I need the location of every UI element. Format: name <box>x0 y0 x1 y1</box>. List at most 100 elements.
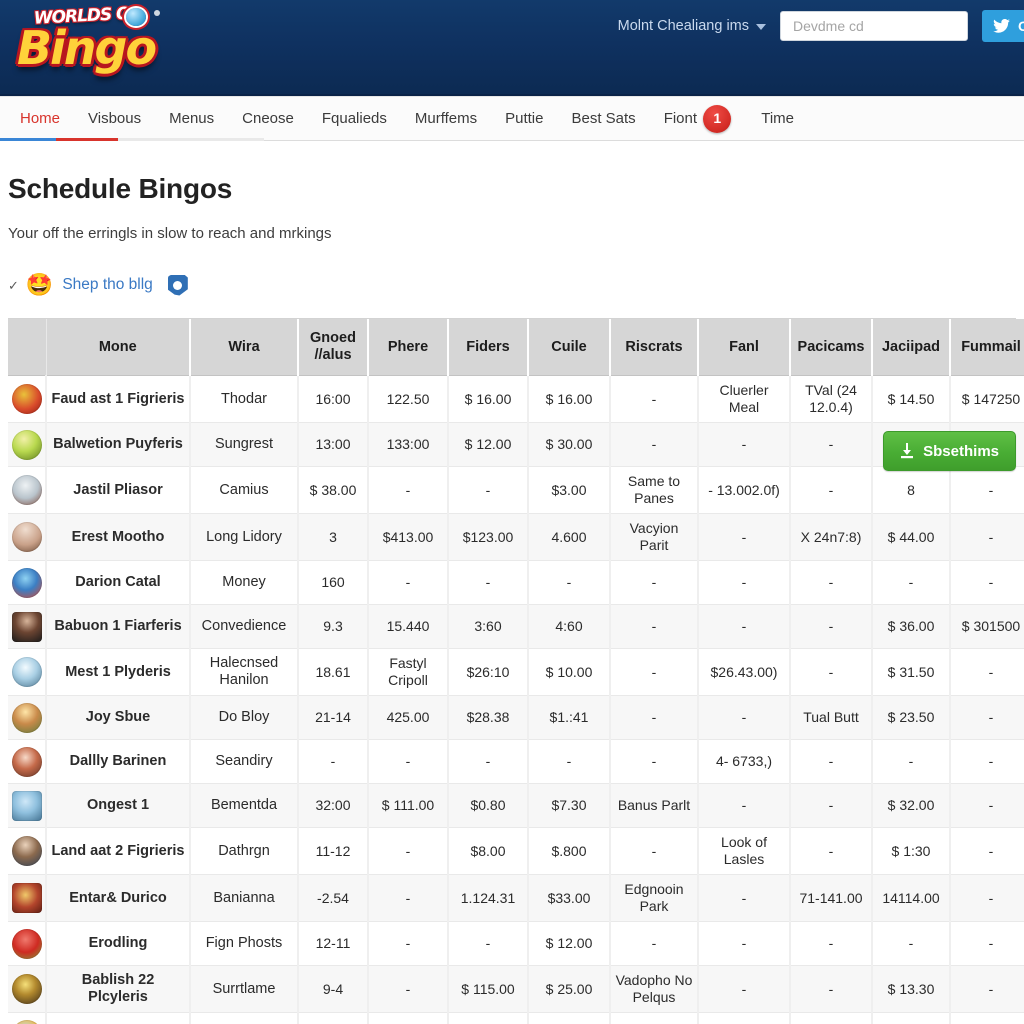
account-menu[interactable]: Molnt Chealiang ims <box>618 18 766 34</box>
row-name[interactable]: Babuon 1 Fiarferis <box>46 604 191 649</box>
row-cell-2: $0.80 <box>448 783 529 828</box>
col-fiders[interactable]: Fiders <box>448 319 529 376</box>
nav-item-fqualieds[interactable]: Fqualieds <box>308 97 401 140</box>
row-cell-1: - <box>368 965 449 1013</box>
row-avatar-cell <box>8 513 47 561</box>
col-pacicams[interactable]: Pacicams <box>790 319 873 376</box>
row-cell-1: - <box>368 921 449 966</box>
col-gnoed[interactable]: Gnoed //alus <box>298 319 369 376</box>
row-cell-0: 160 <box>298 560 369 605</box>
col-wira[interactable]: Wira <box>190 319 299 376</box>
row-cell-1: - <box>368 827 449 875</box>
row-cell-4: Edgnooin Park <box>610 874 699 922</box>
row-cell-0: 16:00 <box>298 375 369 423</box>
col-fummail[interactable]: Fummail <box>950 319 1024 376</box>
row-name[interactable]: Land aat 2 Figrieris <box>46 827 191 875</box>
table-row[interactable]: Erest Mootho Long Lidory 3 $413.00 $123.00 4.… <box>8 513 1024 561</box>
check-icon: ✓ <box>8 277 19 293</box>
nav-item-menus[interactable]: Menus <box>155 97 228 140</box>
table-row[interactable]: Erodling Fign Phosts 12-11- - $ 12.00- - - - - <box>8 921 1024 966</box>
share-blog-link[interactable]: Shep tho bllg <box>62 276 153 294</box>
row-avatar-cell <box>8 560 47 605</box>
search-input[interactable] <box>791 17 957 35</box>
row-cell-8: $ 147250 <box>950 375 1024 423</box>
row-cell-5: - <box>698 874 791 922</box>
row-cell-5: - <box>698 604 791 649</box>
row-cell-5: Cluerler Meal <box>698 375 791 423</box>
col-jaciipad[interactable]: Jaciipad <box>872 319 951 376</box>
row-cell-3: 4:60 <box>528 604 611 649</box>
subscribe-button[interactable]: Sbsethims <box>883 431 1016 471</box>
nav-label: Cneose <box>242 109 294 127</box>
row-subtitle: Fign Phosts <box>190 921 299 966</box>
nav-item-home[interactable]: Home <box>6 97 74 140</box>
table-row[interactable]: Joy Sbue Do Bloy 21-14 425.00 $28.38 $1.:41- -… <box>8 695 1024 740</box>
row-cell-2: $ 00.5 <box>448 1012 529 1024</box>
row-name[interactable]: Jastil Pliasor <box>46 466 191 514</box>
row-name[interactable]: Entar& Durico <box>46 874 191 922</box>
row-cell-0: 13:00 <box>298 422 369 467</box>
social-follow-button[interactable]: OIW <box>982 10 1024 42</box>
nav-label: Menus <box>169 109 215 127</box>
row-name[interactable]: Erest Mootho <box>46 513 191 561</box>
row-cell-8: - <box>950 560 1024 605</box>
row-name[interactable]: Salterait 3 <box>46 1012 191 1024</box>
row-cell-7: 8 <box>872 466 951 514</box>
nav-item-best-sats[interactable]: Best Sats <box>557 97 649 140</box>
row-name[interactable]: Joy Sbue <box>46 695 191 740</box>
row-cell-1: Fastyl Cripoll <box>368 648 449 696</box>
share-badge-icon[interactable] <box>167 274 188 296</box>
col-fanl[interactable]: Fanl <box>698 319 791 376</box>
row-cell-4: - <box>610 1012 699 1024</box>
col-avatar[interactable] <box>8 319 47 376</box>
nav-item-cneose[interactable]: Cneose <box>228 97 308 140</box>
avatar <box>12 384 42 414</box>
col-riscrats[interactable]: Riscrats <box>610 319 699 376</box>
table-row[interactable]: Faud ast 1 Figrieris Thodar 16:00 122.50 $ 1… <box>8 375 1024 423</box>
table-row[interactable]: Dallly Barinen Seandiry - - - - -4- 6733,) - - - <box>8 739 1024 784</box>
row-cell-4: - <box>610 648 699 696</box>
row-cell-6: - <box>790 965 873 1013</box>
twitter-bird-icon <box>993 19 1010 33</box>
row-cell-1: 133:00 <box>368 422 449 467</box>
table-row[interactable]: Mest 1 Plyderis Halecnsed Hanilon 18.61 Fas… <box>8 648 1024 696</box>
row-name[interactable]: Balwetion Puyferis <box>46 422 191 467</box>
table-row[interactable]: Balwetion Puyferis Sungrest 13:00 133:00 $ 1… <box>8 422 1024 467</box>
row-name[interactable]: Erodling <box>46 921 191 966</box>
row-avatar-cell <box>8 965 47 1013</box>
table-row[interactable]: Entar& Durico Banianna -2.54-1.124.31 $33.0… <box>8 874 1024 922</box>
nav-underline-gray <box>118 138 264 141</box>
col-cuile[interactable]: Cuile <box>528 319 611 376</box>
row-cell-3: 4.600 <box>528 513 611 561</box>
nav-item-visbous[interactable]: Visbous <box>74 97 155 140</box>
row-cell-1: $413.00 <box>368 513 449 561</box>
table-row[interactable]: Darion Catal Money 160- - - - - - - - <box>8 560 1024 605</box>
table-row[interactable]: Salterait 3Rojolan14.44$ 15.61$ 00.5$ 9.… <box>8 1012 1024 1024</box>
row-name[interactable]: Dallly Barinen <box>46 739 191 784</box>
row-cell-2: $ 12.00 <box>448 422 529 467</box>
col-mone[interactable]: Mone <box>46 319 191 376</box>
header-search[interactable] <box>780 11 968 41</box>
row-name[interactable]: Ongest 1 <box>46 783 191 828</box>
nav-item-fiont[interactable]: Fiont 1 <box>650 97 748 140</box>
table-row[interactable]: Bablish 22 Plcyleris Surrtlame 9-4- $ 115.0… <box>8 965 1024 1013</box>
nav-item-puttie[interactable]: Puttie <box>491 97 557 140</box>
table-row[interactable]: Babuon 1 Fiarferis Convedience 9.3 15.440 3:… <box>8 604 1024 649</box>
row-subtitle: Surrtlame <box>190 965 299 1013</box>
row-subtitle: Halecnsed Hanilon <box>190 648 299 696</box>
avatar <box>12 702 42 733</box>
site-logo[interactable]: WORLDS OF Bingo <box>6 2 166 94</box>
nav-item-time[interactable]: Time <box>747 97 808 140</box>
row-avatar-cell <box>8 1012 47 1024</box>
table-row[interactable]: Ongest 1 Bementda 32:00 $ 111.00 $0.80 $7.30 B… <box>8 783 1024 828</box>
table-row[interactable]: Land aat 2 Figrieris Dathrgn 11-12- $8.00 $.… <box>8 827 1024 875</box>
row-name[interactable]: Faud ast 1 Figrieris <box>46 375 191 423</box>
row-subtitle: Long Lidory <box>190 513 299 561</box>
row-cell-7: $ 31.50 <box>872 648 951 696</box>
row-name[interactable]: Mest 1 Plyderis <box>46 648 191 696</box>
table-row[interactable]: Jastil Pliasor Camius $ 38.00- - $3.00 Same t… <box>8 466 1024 514</box>
row-name[interactable]: Bablish 22 Plcyleris <box>46 965 191 1013</box>
row-name[interactable]: Darion Catal <box>46 560 191 605</box>
nav-item-murffems[interactable]: Murffems <box>401 97 491 140</box>
col-phere[interactable]: Phere <box>368 319 449 376</box>
